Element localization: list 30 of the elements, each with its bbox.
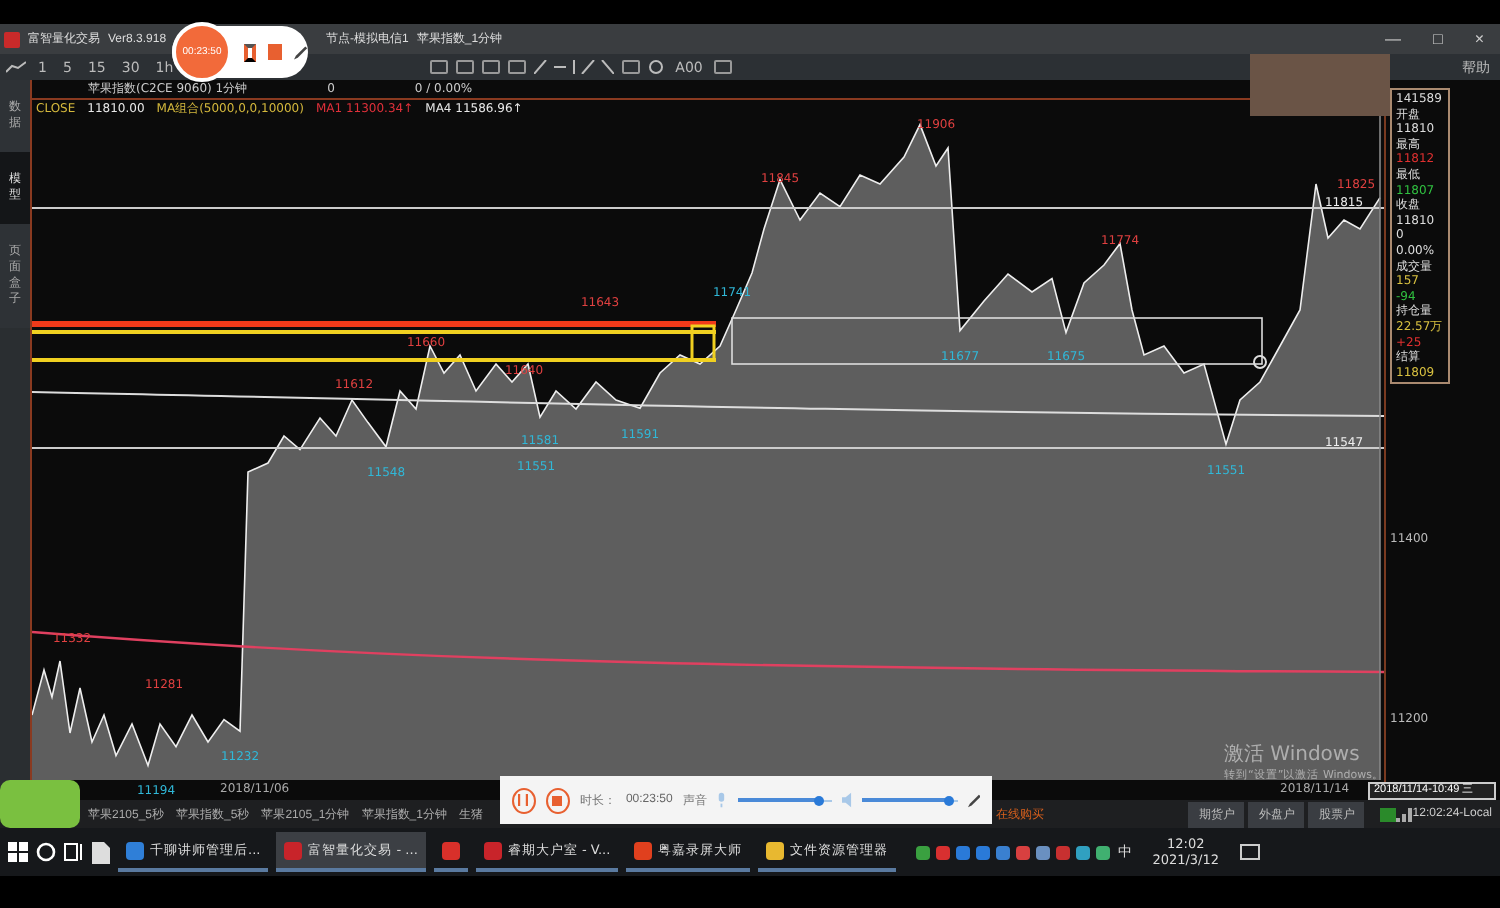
search-icon[interactable]: [36, 842, 56, 862]
stop-icon: [552, 795, 563, 805]
app-logo-icon: [4, 31, 20, 47]
stop-button[interactable]: [545, 787, 570, 813]
volume-slider[interactable]: [737, 794, 832, 806]
pause-icon: [518, 794, 529, 806]
rectangle-tool-icon[interactable]: [621, 60, 640, 74]
app-logo-icon: [0, 780, 80, 828]
pen-icon[interactable]: [967, 793, 980, 807]
point-marker: [1253, 355, 1267, 369]
pen-icon[interactable]: [294, 45, 308, 59]
minimize-button[interactable]: —: [1372, 30, 1413, 48]
notification-icon[interactable]: [1239, 844, 1260, 860]
grid-tool-icon[interactable]: [714, 60, 733, 74]
volume-slider[interactable]: [862, 794, 958, 806]
line-tools-icon[interactable]: [533, 60, 614, 74]
pause-button[interactable]: [244, 43, 256, 61]
document-icon[interactable]: [92, 841, 110, 863]
windows-icon[interactable]: [8, 842, 28, 862]
stop-button[interactable]: [267, 44, 283, 60]
close-button[interactable]: ×: [1462, 30, 1496, 48]
signal-icon: [1396, 807, 1413, 821]
connection-icon: [1380, 807, 1397, 821]
circle-tool-icon[interactable]: [647, 60, 664, 74]
marker-rectangle: [690, 324, 716, 362]
line-chart-icon[interactable]: [6, 60, 26, 74]
task-view-icon[interactable]: [64, 842, 84, 862]
video-placeholder: [1250, 54, 1390, 116]
maximize-button[interactable]: □: [1420, 30, 1455, 48]
activation-title: 激活 Windows: [1224, 742, 1362, 768]
